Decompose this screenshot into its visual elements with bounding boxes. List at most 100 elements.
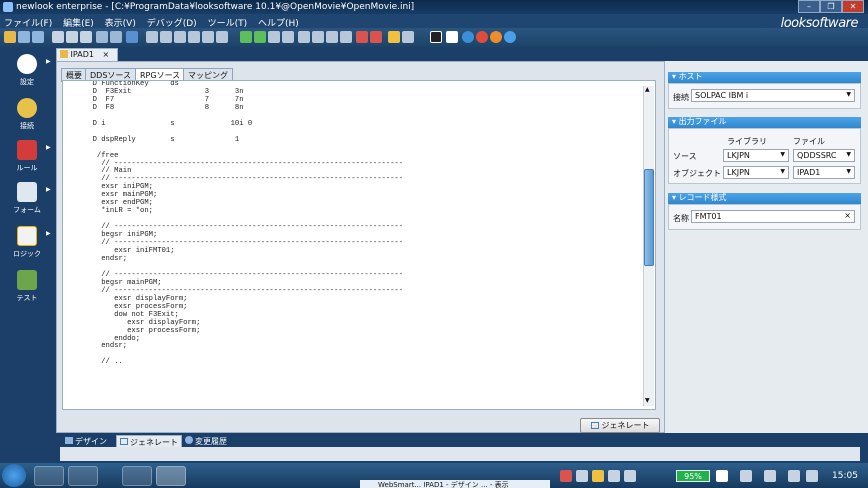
align-center-icon[interactable] xyxy=(202,31,214,43)
browser-firefox-icon[interactable] xyxy=(490,31,502,43)
tray-icon[interactable] xyxy=(764,470,776,482)
document-icon xyxy=(60,50,68,58)
object-file-select[interactable]: IPAD1 ▼ xyxy=(793,166,855,179)
play-icon[interactable] xyxy=(240,31,252,43)
toolbar xyxy=(0,28,868,47)
tray-icon[interactable] xyxy=(560,470,572,482)
tab-ipad1[interactable]: IPAD1 × xyxy=(56,48,118,61)
taskbar-newlook-icon[interactable] xyxy=(156,466,186,486)
host-section-header[interactable]: ▾ ホスト xyxy=(668,72,861,83)
taskbar-explorer-icon[interactable] xyxy=(68,466,98,486)
lightning-icon xyxy=(17,226,37,246)
clear-icon[interactable]: × xyxy=(844,211,851,220)
browser-safari-icon[interactable] xyxy=(504,31,516,43)
rules-icon xyxy=(17,140,37,160)
save-all-icon[interactable] xyxy=(32,31,44,43)
help-icon[interactable] xyxy=(126,31,138,43)
tray-icon[interactable] xyxy=(608,470,620,482)
record-section-header[interactable]: ▾ レコード様式 xyxy=(668,193,861,204)
undo-icon[interactable] xyxy=(96,31,108,43)
source-file-select[interactable]: QDDSSRC ▼ xyxy=(793,149,855,162)
host-section: 接続 SOLPAC IBM i ▼ xyxy=(668,83,861,109)
step-into-icon[interactable] xyxy=(312,31,324,43)
generate-button[interactable]: ジェネレート xyxy=(580,418,660,433)
redo-icon[interactable] xyxy=(110,31,122,43)
align-middle-icon[interactable] xyxy=(216,31,228,43)
breakpoint-icon[interactable] xyxy=(356,31,368,43)
qr-icon[interactable] xyxy=(446,31,458,43)
tray-icon[interactable] xyxy=(806,470,818,482)
screen-icon[interactable] xyxy=(430,31,442,43)
cut-icon[interactable] xyxy=(52,31,64,43)
tray-icon[interactable] xyxy=(592,470,604,482)
tray-icon[interactable] xyxy=(740,470,752,482)
nav-connection[interactable]: 接続 xyxy=(0,96,54,138)
app-icon xyxy=(3,2,13,12)
save-icon[interactable] xyxy=(18,31,30,43)
nav-rules[interactable]: ルール ▶ xyxy=(0,138,54,180)
close-tab-icon[interactable]: × xyxy=(103,50,110,59)
object-label: オブジェクト xyxy=(673,169,721,178)
connection-select[interactable]: SOLPAC IBM i ▼ xyxy=(691,89,855,102)
menu-bar: ファイル(F) 編集(E) 表示(V) デバッグ(D) ツール(T) ヘルプ(H… xyxy=(0,14,868,29)
browser-chrome-icon[interactable] xyxy=(476,31,488,43)
clear-breakpoint-icon[interactable] xyxy=(370,31,382,43)
generate-icon xyxy=(590,422,599,429)
name-label: 名称 xyxy=(673,214,689,223)
source-label: ソース xyxy=(673,152,697,161)
properties-panel: ▾ ホスト 接続 SOLPAC IBM i ▼ ▾ 出力ファイル ライブラリ ファ… xyxy=(665,61,868,433)
source-library-select[interactable]: LKJPN ▼ xyxy=(723,149,789,162)
rpg-source-code: D FunctionKey ds D F3Exit 3 3n D F7 7 7n… xyxy=(92,80,404,367)
align-bottom-icon[interactable] xyxy=(188,31,200,43)
scroll-up-icon[interactable]: ▲ xyxy=(645,86,650,93)
paste-icon[interactable] xyxy=(80,31,92,43)
step-out-icon[interactable] xyxy=(340,31,352,43)
minimize-button[interactable]: – xyxy=(798,0,820,13)
taskbar-folder-icon[interactable] xyxy=(122,466,152,486)
run-icon[interactable] xyxy=(254,31,266,43)
nav-settings[interactable]: 設定 ▶ xyxy=(0,52,54,94)
nav-form[interactable]: フォーム ▶ xyxy=(0,180,54,222)
tray-icon[interactable] xyxy=(788,470,800,482)
close-button[interactable]: ✕ xyxy=(842,0,864,13)
start-button[interactable] xyxy=(2,464,26,487)
chevron-down-icon: ▼ xyxy=(846,168,851,175)
align-left-icon[interactable] xyxy=(146,31,158,43)
nav-logic[interactable]: ロジック ▶ xyxy=(0,224,54,266)
code-editor[interactable]: D FunctionKey ds D F3Exit 3 3n D F7 7 7n… xyxy=(62,80,656,410)
scroll-down-icon[interactable]: ▼ xyxy=(645,397,650,404)
open-icon[interactable] xyxy=(4,31,16,43)
tray-icon[interactable] xyxy=(576,470,588,482)
align-right-icon[interactable] xyxy=(160,31,172,43)
file-column-header: ファイル xyxy=(793,137,825,146)
step-over-icon[interactable] xyxy=(326,31,338,43)
output-section-header[interactable]: ▾ 出力ファイル xyxy=(668,117,861,128)
record-section: 名称 FMT01 × xyxy=(668,204,861,230)
browser-ie-icon[interactable] xyxy=(462,31,474,43)
taskbar-browser-icon[interactable] xyxy=(34,466,64,486)
notification-bar[interactable]: WebSmart... IPAD1 - デザイン ... - 表示 xyxy=(360,480,550,488)
tray-icon[interactable] xyxy=(624,470,636,482)
copy-icon[interactable] xyxy=(66,31,78,43)
chevron-down-icon: ▼ xyxy=(846,91,851,98)
stop-icon[interactable] xyxy=(282,31,294,43)
window-title: newlook enterprise - [C:¥ProgramData¥loo… xyxy=(16,2,415,12)
pause-icon[interactable] xyxy=(268,31,280,43)
record-name-field[interactable]: FMT01 × xyxy=(691,210,855,223)
battery-indicator[interactable]: 95% xyxy=(676,470,710,482)
title-bar: newlook enterprise - [C:¥ProgramData¥loo… xyxy=(0,0,868,14)
chevron-down-icon: ▼ xyxy=(780,151,785,158)
back-icon[interactable] xyxy=(402,31,414,43)
step-icon[interactable] xyxy=(298,31,310,43)
left-navigation: 設定 ▶ 接続 ルール ▶ フォーム ▶ ロジック ▶ テスト xyxy=(0,48,54,410)
design-icon xyxy=(65,437,73,444)
object-library-select[interactable]: LKJPN ▼ xyxy=(723,166,789,179)
align-top-icon[interactable] xyxy=(174,31,186,43)
arrow-icon[interactable] xyxy=(388,31,400,43)
nav-test[interactable]: テスト xyxy=(0,268,54,310)
restore-button[interactable]: ❐ xyxy=(820,0,842,13)
connection-label: 接続 xyxy=(673,93,689,102)
scrollbar-thumb[interactable] xyxy=(644,169,654,266)
clock[interactable]: 15:05 xyxy=(826,471,864,481)
tray-icon[interactable] xyxy=(716,470,728,482)
